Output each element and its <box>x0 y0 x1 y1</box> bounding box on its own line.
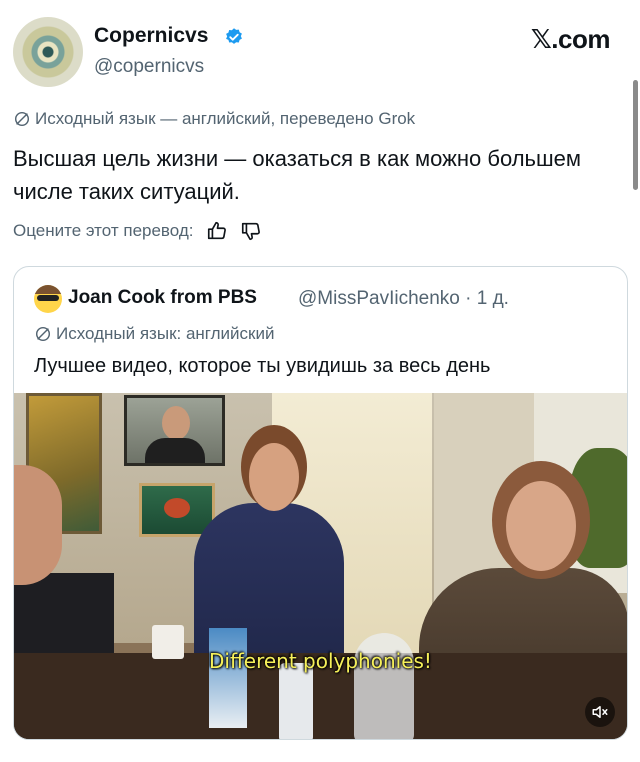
translate-icon <box>14 111 30 127</box>
quoted-author-name[interactable]: Joan Cook from PBS <box>68 287 257 309</box>
scene-person-left-head <box>14 465 62 585</box>
x-brand-logo: 𝕏.com <box>530 24 611 54</box>
quoted-author-handle-time[interactable]: @MissPavIichenko · 1 д. <box>298 288 509 310</box>
quoted-translation-note: Исходный язык: английский <box>34 324 274 344</box>
translation-note: Исходный язык — английский, переведено G… <box>13 109 415 129</box>
scene-plant <box>569 448 627 568</box>
quoted-post-text: Лучшее видео, которое ты увидишь за весь… <box>34 355 491 377</box>
verified-badge-icon <box>226 28 242 44</box>
thumbs-up-icon[interactable] <box>206 220 228 242</box>
translate-icon <box>35 326 51 342</box>
video-player[interactable]: Different polyphonies! <box>14 393 627 739</box>
author-name[interactable]: Copernicvs <box>94 24 208 48</box>
scene-bottle <box>279 663 313 739</box>
scene-person-right-head <box>506 481 576 571</box>
video-subtitle: Different polyphonies! <box>209 649 432 673</box>
speaker-muted-icon <box>592 706 608 718</box>
mute-button[interactable] <box>585 697 615 727</box>
scene-person-center-head <box>249 443 299 511</box>
author-avatar[interactable] <box>13 17 83 87</box>
tweet-text: Высшая цель жизни — оказаться в как можн… <box>13 146 582 204</box>
scene-juice-box <box>209 628 247 728</box>
scrollbar[interactable] <box>633 80 638 190</box>
author-handle[interactable]: @copernicvs <box>94 56 204 78</box>
rate-translation: Оцените этот перевод: <box>13 220 262 242</box>
translation-note-text: Исходный язык — английский, переведено G… <box>35 109 416 128</box>
quoted-author-avatar[interactable] <box>34 285 62 313</box>
scene-portrait <box>124 395 225 466</box>
quoted-translation-note-text: Исходный язык: английский <box>56 324 275 343</box>
quoted-post-card[interactable]: Joan Cook from PBS @MissPavIichenko · 1 … <box>13 266 628 740</box>
thumbs-down-icon[interactable] <box>240 220 262 242</box>
rate-label: Оцените этот перевод: <box>13 221 194 240</box>
